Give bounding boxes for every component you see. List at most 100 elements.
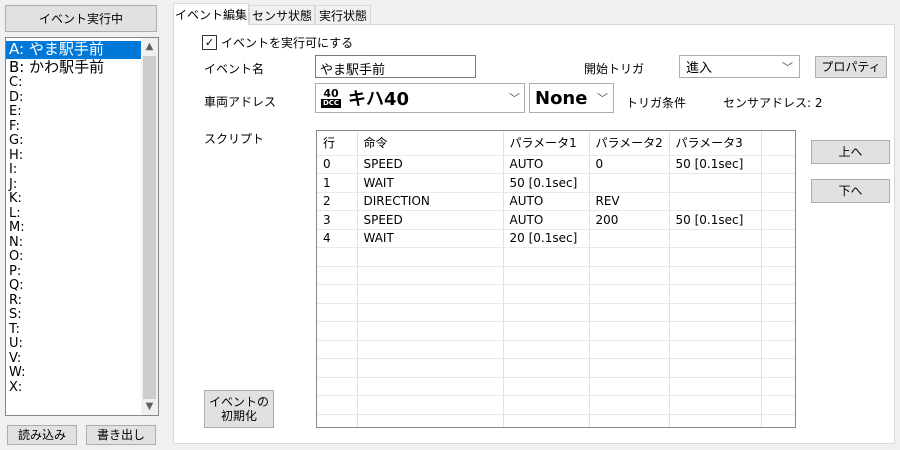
chevron-down-icon: ﹀ bbox=[597, 92, 608, 105]
table-row[interactable] bbox=[317, 358, 795, 378]
save-button[interactable]: 書き出し bbox=[86, 425, 156, 445]
table-cell: AUTO bbox=[503, 192, 590, 211]
table-row[interactable] bbox=[317, 266, 795, 285]
event-list-item[interactable]: S: bbox=[6, 308, 142, 323]
empty-cell bbox=[357, 284, 504, 304]
table-cell: 200 bbox=[589, 210, 670, 230]
event-list-item[interactable]: E: bbox=[6, 105, 142, 120]
scroll-down-icon[interactable]: ▼ bbox=[141, 398, 158, 415]
empty-cell bbox=[317, 247, 358, 267]
script-label: スクリプト bbox=[204, 132, 265, 146]
script-table: 行命令 パラメータ1 パラメータ2 パラメータ3 0 SPEED AUTO 0 50 [0.1s… bbox=[317, 131, 795, 427]
property-button[interactable]: プロパティ bbox=[815, 56, 887, 78]
empty-cell bbox=[589, 414, 670, 427]
event-list-item[interactable]: U: bbox=[6, 337, 142, 352]
event-name-label: イベント名 bbox=[204, 62, 265, 76]
empty-cell bbox=[317, 377, 358, 396]
event-list-rows: A: やま駅手前 B: かわ駅手前 C: D: E: F: G: H: I: J: K: L: M: N:… bbox=[6, 41, 142, 395]
script-header-row: 行命令 パラメータ1 パラメータ2 パラメータ3 bbox=[317, 131, 795, 156]
table-row[interactable]: 3 SPEED AUTO 200 50 [0.1sec] bbox=[317, 210, 795, 230]
event-list-item[interactable]: P: bbox=[6, 265, 142, 280]
empty-cell bbox=[669, 395, 762, 415]
scrollbar-thumb[interactable] bbox=[143, 56, 156, 399]
event-running-button[interactable]: イベント実行中 bbox=[5, 5, 157, 32]
script-grid[interactable]: 行命令 パラメータ1 パラメータ2 パラメータ3 0 SPEED AUTO 0 50 [0.1s… bbox=[316, 130, 796, 428]
table-row[interactable] bbox=[317, 284, 795, 304]
table-cell: 0 bbox=[317, 155, 358, 174]
table-row[interactable] bbox=[317, 414, 795, 427]
table-row[interactable] bbox=[317, 247, 795, 267]
trigger-select[interactable]: None ﹀ bbox=[529, 83, 614, 113]
empty-cell bbox=[589, 395, 670, 415]
table-row[interactable] bbox=[317, 377, 795, 396]
tab-event-edit[interactable]: イベント編集 bbox=[173, 3, 249, 25]
event-list-item[interactable]: W: bbox=[6, 366, 142, 381]
table-cell: DIRECTION bbox=[357, 192, 504, 211]
table-cell: 0 bbox=[589, 155, 670, 174]
move-up-button[interactable]: 上へ bbox=[811, 140, 890, 164]
empty-cell bbox=[761, 247, 795, 267]
enable-event-checkbox-row[interactable]: ✓ イベントを実行可にする bbox=[202, 34, 353, 51]
empty-cell bbox=[761, 210, 795, 230]
table-cell: 20 [0.1sec] bbox=[503, 229, 590, 248]
empty-cell bbox=[503, 395, 590, 415]
empty-cell bbox=[761, 358, 795, 378]
table-cell: SPEED bbox=[357, 210, 504, 230]
init-event-button[interactable]: イベントの 初期化 bbox=[204, 390, 274, 428]
empty-cell bbox=[357, 395, 504, 415]
sensor-address-label: センサアドレス: 2 bbox=[723, 96, 823, 110]
enable-event-checkbox[interactable]: ✓ bbox=[202, 35, 217, 50]
table-cell: 1 bbox=[317, 173, 358, 193]
table-row[interactable] bbox=[317, 395, 795, 415]
empty-cell bbox=[317, 340, 358, 359]
table-cell bbox=[669, 173, 762, 193]
move-down-button[interactable]: 下へ bbox=[811, 179, 890, 203]
table-row[interactable]: 0 SPEED AUTO 0 50 [0.1sec] bbox=[317, 155, 795, 174]
event-list-item[interactable]: K: bbox=[6, 192, 142, 207]
table-cell: WAIT bbox=[357, 229, 504, 248]
table-row[interactable] bbox=[317, 303, 795, 322]
empty-cell bbox=[357, 414, 504, 427]
event-list-item[interactable]: N: bbox=[6, 236, 142, 251]
event-list-item[interactable]: V: bbox=[6, 352, 142, 367]
empty-cell bbox=[317, 284, 358, 304]
empty-cell bbox=[589, 340, 670, 359]
table-row[interactable]: 1 WAIT 50 [0.1sec] bbox=[317, 173, 795, 193]
event-list-item[interactable]: A: やま駅手前 bbox=[6, 41, 142, 59]
event-name-input[interactable]: やま駅手前 bbox=[315, 55, 476, 78]
event-list[interactable]: A: やま駅手前 B: かわ駅手前 C: D: E: F: G: H: I: J: K: L: M: N:… bbox=[5, 37, 159, 416]
event-list-item[interactable]: D: bbox=[6, 91, 142, 106]
load-button[interactable]: 読み込み bbox=[7, 425, 77, 445]
event-list-item[interactable]: B: かわ駅手前 bbox=[6, 59, 142, 77]
empty-cell bbox=[589, 321, 670, 341]
event-list-item[interactable]: G: bbox=[6, 134, 142, 149]
tab-sensor-status[interactable]: センサ状態 bbox=[249, 5, 315, 24]
empty-cell bbox=[317, 266, 358, 285]
event-list-item[interactable]: F: bbox=[6, 120, 142, 135]
empty-cell bbox=[761, 192, 795, 211]
event-list-scrollbar[interactable]: ▲ ▼ bbox=[141, 38, 158, 415]
scroll-up-icon[interactable]: ▲ bbox=[141, 38, 158, 55]
event-list-item[interactable]: O: bbox=[6, 250, 142, 265]
table-cell: AUTO bbox=[503, 155, 590, 174]
vehicle-address-select[interactable]: 40 DCC キハ40 ﹀ bbox=[315, 83, 525, 113]
event-list-item[interactable]: Q: bbox=[6, 279, 142, 294]
event-list-item[interactable]: J: bbox=[6, 178, 142, 193]
event-list-item[interactable]: T: bbox=[6, 323, 142, 338]
table-row[interactable] bbox=[317, 321, 795, 341]
event-list-item[interactable]: R: bbox=[6, 294, 142, 309]
event-list-item[interactable]: I: bbox=[6, 163, 142, 178]
event-list-item[interactable]: H: bbox=[6, 149, 142, 164]
empty-cell bbox=[503, 321, 590, 341]
empty-cell bbox=[357, 340, 504, 359]
event-list-item[interactable]: L: bbox=[6, 207, 142, 222]
column-header: 命令 bbox=[357, 131, 504, 156]
tab-run-status[interactable]: 実行状態 bbox=[315, 5, 371, 24]
event-list-item[interactable]: X: bbox=[6, 381, 142, 396]
table-row[interactable]: 2 DIRECTION AUTO REV bbox=[317, 192, 795, 211]
table-row[interactable]: 4 WAIT 20 [0.1sec] bbox=[317, 229, 795, 248]
event-list-item[interactable]: M: bbox=[6, 221, 142, 236]
table-row[interactable] bbox=[317, 340, 795, 359]
event-list-item[interactable]: C: bbox=[6, 76, 142, 91]
start-trigger-select[interactable]: 進入 ﹀ bbox=[679, 55, 800, 78]
